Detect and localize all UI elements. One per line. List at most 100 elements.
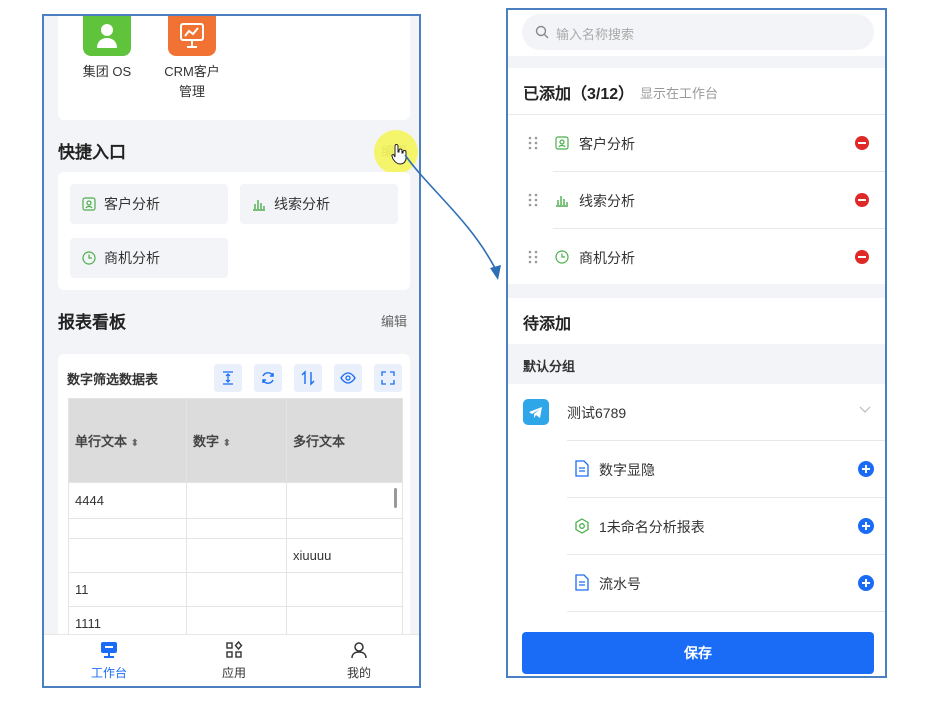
bar-chart-icon xyxy=(556,196,568,207)
customer-icon xyxy=(555,136,569,150)
quick-entry-label: 商机分析 xyxy=(104,250,160,266)
table-cell xyxy=(286,518,403,539)
tab-workbench[interactable]: 工作台 xyxy=(79,641,139,681)
customer-icon xyxy=(82,197,96,211)
tab-profile[interactable]: 我的 xyxy=(329,641,389,681)
refresh-button[interactable] xyxy=(254,364,282,392)
remove-button[interactable] xyxy=(855,136,869,150)
collapse-toolbar-button[interactable] xyxy=(214,364,242,392)
drag-handle-icon[interactable] xyxy=(528,193,538,207)
table-cell xyxy=(68,518,187,539)
remove-button[interactable] xyxy=(855,193,869,207)
tab-label: 应用 xyxy=(221,666,246,680)
pending-item-label: 数字显隐 xyxy=(599,462,655,478)
quick-entry-customer-analysis[interactable]: 客户分析 xyxy=(70,184,228,224)
tab-apps[interactable]: 应用 xyxy=(204,640,264,681)
sort-icon xyxy=(301,370,315,386)
pending-item-label: 流水号 xyxy=(599,576,641,592)
table-cell xyxy=(186,538,287,573)
quick-entry-title: 快捷入口 xyxy=(58,143,126,162)
drag-handle-icon[interactable] xyxy=(528,136,538,150)
report-table-title: 数字筛选数据表 xyxy=(67,372,159,387)
added-hint: 显示在工作台 xyxy=(640,86,719,101)
table-cell xyxy=(186,572,287,607)
workbench-screen: 集团 OS CRM客户管理 快捷入口 编辑 客户分析 线索分析 商机分析 报表看… xyxy=(42,14,421,688)
pending-title: 待添加 xyxy=(523,316,572,333)
report-board-title: 报表看板 xyxy=(58,313,126,332)
vertical-align-icon xyxy=(223,371,233,385)
tab-label: 我的 xyxy=(346,666,371,680)
drag-handle-icon[interactable] xyxy=(528,250,538,264)
sort-button[interactable] xyxy=(294,364,322,392)
search-placeholder: 输入名称搜索 xyxy=(556,27,635,42)
added-item-lead-analysis: 线索分析 xyxy=(508,172,885,228)
table-cell xyxy=(186,518,287,539)
quick-entry-lead-analysis[interactable]: 线索分析 xyxy=(240,184,398,224)
group-label: 默认分组 xyxy=(523,359,576,374)
fullscreen-icon xyxy=(381,371,395,385)
hexagon-icon xyxy=(575,518,589,534)
bar-chart-icon xyxy=(253,200,265,211)
edit-quick-entry-screen: 输入名称搜索 已添加（3/12） 显示在工作台 客户分析 线索分析 商机分析 待… xyxy=(506,8,887,678)
report-board-edit-link[interactable]: 编辑 xyxy=(381,311,407,330)
clock-icon xyxy=(82,251,96,265)
save-button-label: 保存 xyxy=(684,645,712,661)
table-cell xyxy=(286,482,403,519)
visibility-button[interactable] xyxy=(334,364,362,392)
add-button[interactable] xyxy=(858,575,874,591)
group-header: 默认分组 xyxy=(508,344,885,384)
fullscreen-button[interactable] xyxy=(374,364,402,392)
monitor-chart-icon[interactable] xyxy=(168,16,216,56)
report-data-table: 单行文本 ⬍ 数字 ⬍ 多行文本 4444 xiuuuu 11 1111 xyxy=(68,398,403,641)
chevron-down-icon[interactable] xyxy=(859,406,871,414)
added-item-customer-analysis: 客户分析 xyxy=(508,115,885,171)
column-header-label: 多行文本 xyxy=(293,434,346,449)
added-item-label: 商机分析 xyxy=(579,250,635,266)
bottom-tab-bar: 工作台 应用 我的 xyxy=(44,634,419,686)
column-header: 多行文本 xyxy=(286,398,403,483)
table-row: 4444 xyxy=(68,482,403,519)
tab-label: 工作台 xyxy=(90,666,127,680)
table-cell: 11 xyxy=(68,572,187,607)
table-cell xyxy=(68,538,187,573)
save-button[interactable]: 保存 xyxy=(522,632,874,674)
table-scrollbar[interactable] xyxy=(394,488,397,508)
search-icon xyxy=(535,25,549,39)
column-header-label: 单行文本 xyxy=(75,434,128,449)
document-icon xyxy=(575,460,589,477)
app-label-crm: CRM客户 管理 xyxy=(164,64,220,99)
table-row: xiuuuu xyxy=(68,538,403,573)
column-header-label: 数字 xyxy=(193,434,220,449)
pending-item-label: 1未命名分析报表 xyxy=(599,519,705,535)
clock-icon xyxy=(555,250,569,264)
table-row xyxy=(68,518,403,539)
apps-icon xyxy=(226,640,243,658)
quick-entry-label: 客户分析 xyxy=(104,196,160,212)
quick-entry-opportunity-analysis[interactable]: 商机分析 xyxy=(70,238,228,278)
app-label-group-os: 集团 OS xyxy=(82,64,132,79)
app-row-test6789[interactable]: 测试6789 xyxy=(508,384,885,440)
document-icon xyxy=(575,574,589,591)
person-icon[interactable] xyxy=(83,16,131,56)
sort-arrows-icon: ⬍ xyxy=(222,438,232,449)
pending-item-serial-number: 流水号 xyxy=(508,555,885,611)
quick-entry-label: 线索分析 xyxy=(274,196,330,212)
eye-icon xyxy=(340,372,356,384)
profile-icon xyxy=(351,642,367,659)
remove-button[interactable] xyxy=(855,250,869,264)
connector-arrow xyxy=(404,154,501,280)
add-button[interactable] xyxy=(858,518,874,534)
column-header[interactable]: 数字 ⬍ xyxy=(186,398,287,483)
table-cell xyxy=(186,482,287,519)
refresh-icon xyxy=(262,372,274,384)
add-button[interactable] xyxy=(858,461,874,477)
divider xyxy=(567,611,885,612)
table-cell xyxy=(286,572,403,607)
added-item-opportunity-analysis: 商机分析 xyxy=(508,229,885,285)
column-header[interactable]: 单行文本 ⬍ xyxy=(68,398,187,483)
table-cell: xiuuuu xyxy=(286,538,403,573)
sort-arrows-icon: ⬍ xyxy=(130,438,140,449)
search-input[interactable]: 输入名称搜索 xyxy=(522,14,874,50)
pending-item-number-visibility: 数字显隐 xyxy=(508,441,885,497)
added-item-label: 线索分析 xyxy=(579,193,635,209)
